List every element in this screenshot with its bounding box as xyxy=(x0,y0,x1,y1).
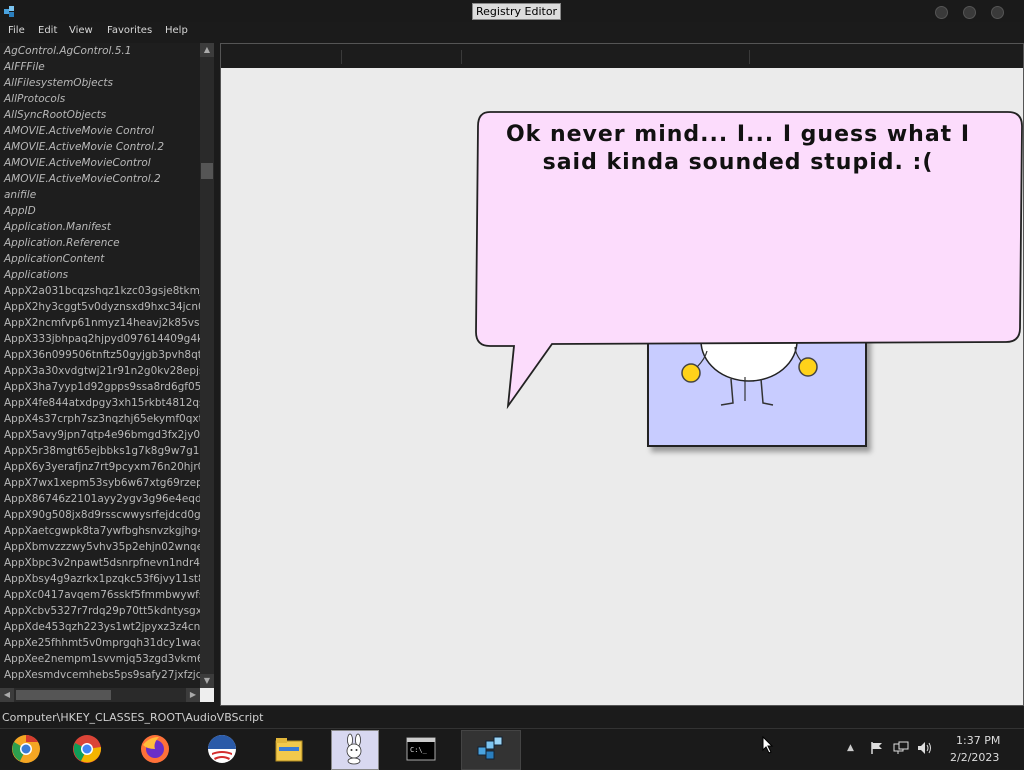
column-divider[interactable] xyxy=(341,50,342,64)
registry-key-item[interactable]: AMOVIE.ActiveMovie Control.2 xyxy=(0,139,200,155)
registry-key-item[interactable]: AppX5avy9jpn7qtp4e96bmgd3fx2jy0f06 xyxy=(0,427,200,443)
registry-key-item[interactable]: AppX3ha7yyp1d92gpps9ssa8rd6gf05qj5 xyxy=(0,379,200,395)
registry-key-item[interactable]: AIFFFile xyxy=(0,59,200,75)
column-divider[interactable] xyxy=(749,50,750,64)
tree-horizontal-scrollbar[interactable]: ◀ ▶ xyxy=(0,688,200,702)
registry-key-item[interactable]: AppX333jbhpaq2hjpyd097614409g4kz15 xyxy=(0,331,200,347)
bunny-app-icon[interactable] xyxy=(338,733,370,765)
mouse-cursor-icon xyxy=(762,736,774,754)
minimize-button[interactable] xyxy=(935,6,948,19)
registry-key-item[interactable]: Applications xyxy=(0,267,200,283)
registry-key-item[interactable]: AppID xyxy=(0,203,200,219)
registry-key-item[interactable]: AMOVIE.ActiveMovieControl.2 xyxy=(0,171,200,187)
show-hidden-icons-icon[interactable]: ▲ xyxy=(847,743,854,753)
scroll-corner xyxy=(200,688,214,702)
registry-key-item[interactable]: AMOVIE.ActiveMovieControl xyxy=(0,155,200,171)
registry-key-item[interactable]: AppX6y3yerafjnz7rt9pcyxm76n20hjr0b3 xyxy=(0,459,200,475)
speech-bubble-text: Ok never mind... I... I guess what I sai… xyxy=(505,122,971,175)
registry-key-item[interactable]: AppXbmvzzzwy5vhv35p2ehjn02wnqegm xyxy=(0,539,200,555)
registry-key-item[interactable]: AppXcbv5327r7rdq29p70tt5kdntysgx9c5 xyxy=(0,603,200,619)
clock-date[interactable]: 2/2/2023 xyxy=(950,751,999,764)
status-bar-path: Computer\HKEY_CLASSES_ROOT\AudioVBScript xyxy=(0,708,1024,728)
registry-key-item[interactable]: AllSyncRootObjects xyxy=(0,107,200,123)
svg-text:C:\_: C:\_ xyxy=(410,746,428,754)
registry-key-item[interactable]: AppXbpc3v2npawt5dsnrpfnevn1ndr4khd xyxy=(0,555,200,571)
registry-key-item[interactable]: AppXbsy4g9azrkx1pzqkc53f6jvy11st86x xyxy=(0,571,200,587)
registry-key-item[interactable]: AllFilesystemObjects xyxy=(0,75,200,91)
scroll-right-arrow-icon[interactable]: ▶ xyxy=(186,688,200,702)
registry-key-item[interactable]: Application.Reference xyxy=(0,235,200,251)
menu-view[interactable]: View xyxy=(69,25,93,36)
file-explorer-icon[interactable] xyxy=(273,733,305,765)
scroll-left-arrow-icon[interactable]: ◀ xyxy=(0,688,14,702)
maximize-button[interactable] xyxy=(963,6,976,19)
registry-key-item[interactable]: AppX2ncmfvp61nmyz14heavj2k85vsb9z xyxy=(0,315,200,331)
menu-edit[interactable]: Edit xyxy=(38,25,57,36)
registry-key-item[interactable]: AppX2hy3cggt5v0dyznsxd9hxc34jcn0dtv xyxy=(0,299,200,315)
title-bar: Registry Editor xyxy=(0,0,1024,22)
scroll-down-arrow-icon[interactable]: ▼ xyxy=(200,674,214,688)
menu-favorites[interactable]: Favorites xyxy=(107,25,152,36)
close-button[interactable] xyxy=(991,6,1004,19)
registry-key-item[interactable]: AppXaetcgwpk8ta7ywfbghsnvzkgjhg4q xyxy=(0,523,200,539)
registry-key-item[interactable]: AppX86746z2101ayy2ygv3g96e4eqdf8r xyxy=(0,491,200,507)
registry-key-item[interactable]: ApplicationContent xyxy=(0,251,200,267)
registry-key-item[interactable]: AppX2a031bcqzshqz1kzc03gsje8tkmj2jj4 xyxy=(0,283,200,299)
registry-key-item[interactable]: AppXde453qzh223ys1wt2jpyxz3z4cn10n xyxy=(0,619,200,635)
scroll-thumb[interactable] xyxy=(201,163,213,179)
registry-key-item[interactable]: AppXe25fhhmt5v0mprgqh31dcy1wadnhj xyxy=(0,635,200,651)
registry-key-item[interactable]: AgControl.AgControl.5.1 xyxy=(0,43,200,59)
registry-key-item[interactable]: AppX90g508jx8d9rsscwwysrfejdcd0gga xyxy=(0,507,200,523)
hscroll-thumb[interactable] xyxy=(16,690,111,700)
volume-icon[interactable] xyxy=(917,741,933,755)
registry-key-item[interactable]: anifile xyxy=(0,187,200,203)
network-icon[interactable] xyxy=(893,741,909,755)
action-center-flag-icon[interactable] xyxy=(870,741,884,755)
window-title: Registry Editor xyxy=(472,3,562,20)
registry-key-item[interactable]: AppX5r38mgt65ejbbks1g7k8g9w7g1a2c xyxy=(0,443,200,459)
chrome-canary-icon[interactable] xyxy=(10,733,42,765)
chrome-icon[interactable] xyxy=(71,733,103,765)
regedit-app-icon[interactable] xyxy=(2,3,18,19)
registry-key-item[interactable]: AppXesmdvcemhebs5ps9safy27jxfzjq7 xyxy=(0,667,200,683)
obama-logo-icon[interactable] xyxy=(206,733,238,765)
firefox-icon[interactable] xyxy=(139,733,171,765)
taskbar: C:\_ ▲ 1:37 PM 2/2/2023 xyxy=(0,728,1024,770)
registry-key-item[interactable]: AppX4fe844atxdpgy3xh15rkbt4812qs94 xyxy=(0,395,200,411)
menu-help[interactable]: Help xyxy=(165,25,188,36)
registry-key-item[interactable]: AppXee2nempm1svvmjq53zgd3vkm632 xyxy=(0,651,200,667)
menu-bar: File Edit View Favorites Help xyxy=(0,22,1024,41)
registry-key-item[interactable]: AppX3a30xvdgtwj21r91n2g0kv28epjsaw xyxy=(0,363,200,379)
column-divider[interactable] xyxy=(461,50,462,64)
registry-key-item[interactable]: AppX7wx1xepm53syb6w67xtg69rzep0v xyxy=(0,475,200,491)
registry-key-item[interactable]: AMOVIE.ActiveMovie Control xyxy=(0,123,200,139)
tree-vertical-scrollbar[interactable]: ▲ ▼ xyxy=(200,43,214,688)
clock-time[interactable]: 1:37 PM xyxy=(956,734,1000,747)
registry-key-item[interactable]: AppX36n099506tnftz50gyjgb3pvh8qtj2g xyxy=(0,347,200,363)
registry-key-item[interactable]: Application.Manifest xyxy=(0,219,200,235)
scroll-up-arrow-icon[interactable]: ▲ xyxy=(200,43,214,57)
cmd-icon[interactable]: C:\_ xyxy=(405,733,437,765)
registry-key-item[interactable]: AllProtocols xyxy=(0,91,200,107)
registry-key-item[interactable]: AppXc0417avqem76sskf5fmmbwywfs2 xyxy=(0,587,200,603)
regedit-icon[interactable] xyxy=(474,733,506,765)
registry-key-tree[interactable]: AgControl.AgControl.5.1 AIFFFile AllFilesy… xyxy=(0,43,200,688)
menu-file[interactable]: File xyxy=(8,25,25,36)
registry-key-item[interactable]: AppX4s37crph7sz3nqzhj65ekymf0qxtzk xyxy=(0,411,200,427)
values-column-header[interactable] xyxy=(221,44,1023,68)
